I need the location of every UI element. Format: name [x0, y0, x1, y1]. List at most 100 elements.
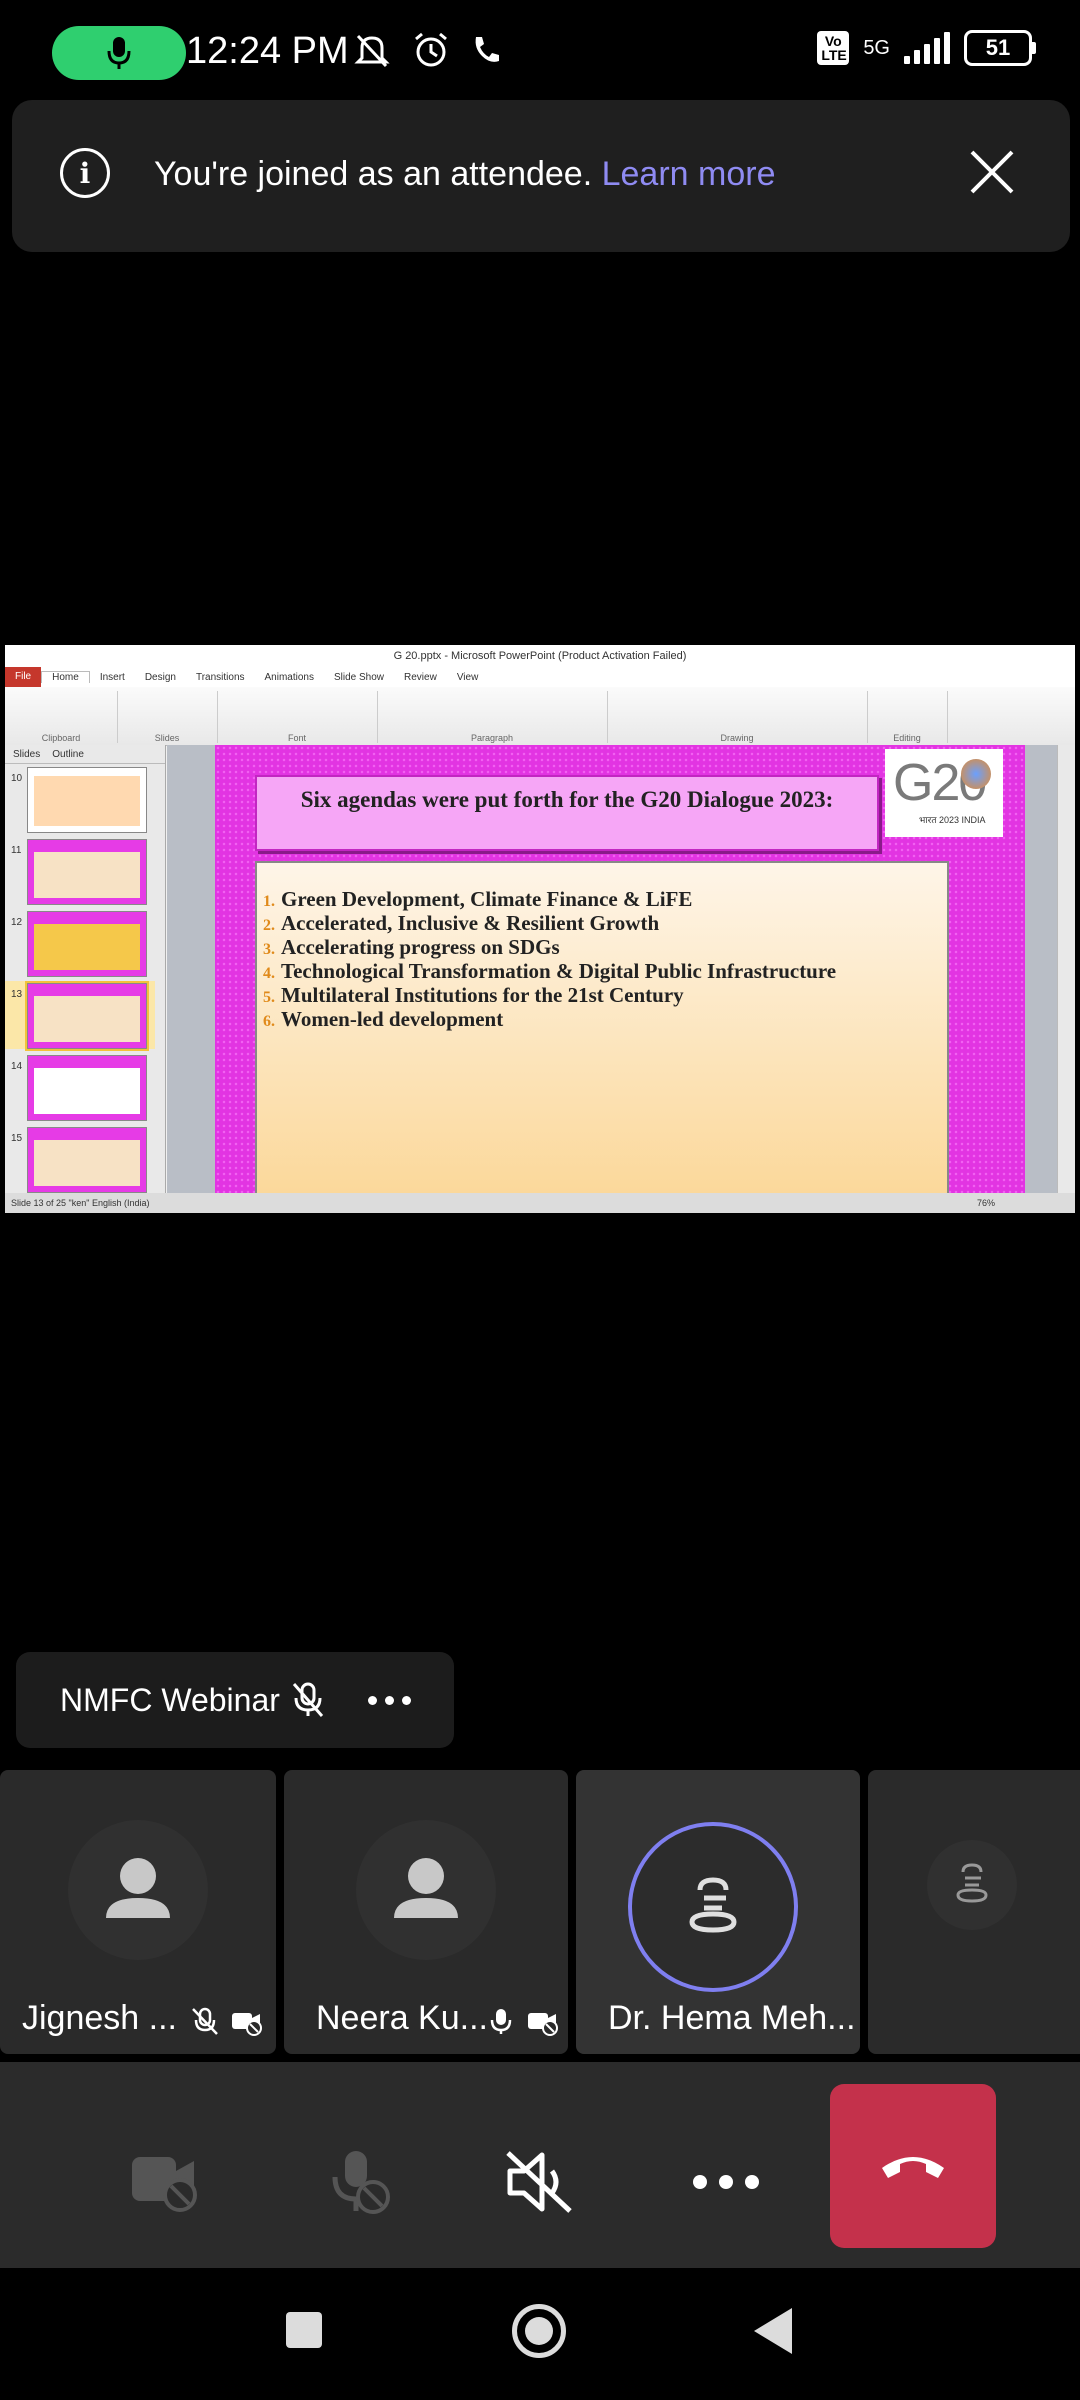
list-item: 2. Accelerated, Inclusive & Resilient Gro… — [263, 911, 660, 935]
slide-thumbnail: 10 — [5, 765, 155, 833]
slide-thumbnail: 11 — [5, 837, 155, 905]
speaker-muted-icon — [506, 2151, 572, 2213]
list-item: 4. Technological Transformation & Digital… — [263, 959, 837, 983]
home-button[interactable] — [512, 2304, 566, 2358]
ribbon-group-slides: Slides — [117, 691, 218, 743]
powerpoint-status-bar: Slide 13 of 25 "ken" English (India) 76% — [5, 1193, 1075, 1213]
tab-animations: Animations — [264, 671, 314, 683]
ribbon: Clipboard Slides Font Paragraph Drawing … — [5, 687, 1075, 746]
slide-thumbnail: 12 — [5, 909, 155, 977]
battery-icon: 51 — [964, 30, 1032, 66]
tab-transitions: Transitions — [195, 671, 245, 683]
slide-title: Six agendas were put forth for the G20 D… — [300, 787, 834, 812]
ribbon-group-editing: Editing — [867, 691, 948, 743]
camera-toggle-button[interactable] — [126, 2142, 206, 2222]
avatar — [927, 1840, 1017, 1930]
camera-off-icon — [232, 2013, 262, 2036]
tab-slides: Slides — [13, 748, 41, 760]
call-controls — [0, 2062, 1080, 2268]
zoom-level: 76% — [976, 1198, 995, 1208]
status-time: 12:24 PM — [186, 30, 349, 72]
participant-name: Jignesh ... — [22, 1999, 177, 2037]
more-options-icon[interactable] — [368, 1696, 411, 1705]
tab-review: Review — [404, 671, 437, 683]
slide-thumbnail: 15 — [5, 1125, 155, 1193]
banner-message: You're joined as an attendee. Learn more — [154, 155, 776, 193]
more-actions-button[interactable] — [686, 2142, 766, 2222]
current-slide: Six agendas were put forth for the G20 D… — [215, 745, 1025, 1197]
status-right-group: Vo LTE 5G 51 — [817, 30, 1036, 66]
battery-level: 51 — [985, 35, 1011, 60]
ribbon-group-font: Font — [217, 691, 378, 743]
alarm-icon — [415, 32, 447, 67]
close-icon[interactable] — [964, 144, 1020, 200]
active-mic-indicator — [52, 26, 186, 80]
recents-button[interactable] — [286, 2312, 322, 2348]
mic-icon — [490, 2009, 512, 2034]
teams-phone-user-icon — [956, 1863, 988, 1903]
microphone-icon — [107, 37, 131, 69]
list-item: 6. Women-led development — [263, 1007, 504, 1031]
teams-phone-user-icon — [689, 1877, 737, 1933]
tab-insert: Insert — [99, 671, 125, 683]
tab-view: View — [456, 671, 479, 683]
hang-up-button[interactable] — [830, 2084, 996, 2248]
back-button[interactable] — [752, 2306, 796, 2356]
slide-title-box: Six agendas were put forth for the G20 D… — [255, 775, 879, 851]
agenda-list: 1. Green Development, Climate Finance & L… — [255, 861, 949, 1197]
mic-toggle-button[interactable] — [318, 2142, 398, 2222]
muted-mic-icon — [292, 1682, 324, 1717]
avatar — [628, 1822, 798, 1992]
presenter-name: NMFC Webinar — [60, 1682, 280, 1718]
status-icons — [352, 30, 502, 70]
list-item: 5. Multilateral Institutions for the 21st… — [263, 983, 684, 1007]
participant-tile-partial[interactable] — [868, 1770, 1080, 2054]
phone-icon — [475, 37, 499, 62]
ribbon-group-clipboard: Clipboard — [5, 691, 118, 743]
more-options-icon — [693, 2175, 759, 2189]
tab-slide-show: Slide Show — [333, 671, 385, 683]
end-call-icon — [882, 2157, 944, 2178]
muted-bell-icon — [354, 34, 390, 68]
attendee-banner: i You're joined as an attendee. Learn mo… — [12, 100, 1070, 252]
ribbon-group-paragraph: Paragraph — [377, 691, 608, 743]
ribbon-tabs: File Home Insert Design Transitions Anim… — [5, 667, 1075, 687]
tab-outline: Outline — [52, 748, 84, 760]
vertical-scrollbar — [1057, 745, 1075, 1193]
tab-home: Home — [41, 671, 90, 683]
camera-off-icon — [528, 2013, 558, 2036]
window-title: G 20.pptx - Microsoft PowerPoint (Produc… — [5, 645, 1075, 667]
slide-editing-area: Six agendas were put forth for the G20 D… — [167, 745, 1075, 1197]
camera-off-icon — [132, 2157, 197, 2212]
learn-more-link[interactable]: Learn more — [602, 155, 776, 193]
tab-file: File — [5, 667, 42, 687]
speaker-toggle-button[interactable] — [500, 2142, 580, 2222]
presenter-label[interactable]: NMFC Webinar — [16, 1652, 454, 1748]
participant-name: Neera Ku... — [316, 1999, 488, 2037]
ribbon-group-drawing: Drawing — [607, 691, 868, 743]
volte-badge: Vo LTE — [817, 31, 850, 65]
avatar — [68, 1820, 208, 1960]
avatar — [356, 1820, 496, 1960]
signal-strength-icon — [904, 32, 950, 64]
network-type: 5G — [863, 37, 890, 59]
mic-off-icon — [332, 2151, 390, 2214]
list-item: 3. Accelerating progress on SDGs — [263, 935, 560, 959]
participant-tile[interactable]: Neera Ku... — [284, 1770, 568, 2054]
slide-thumbnail-panel: Slides Outline 10 11 12 13 14 15 — [5, 745, 166, 1193]
lotus-globe-icon — [961, 759, 991, 789]
participant-name: Dr. Hema Meh... — [608, 1999, 856, 2037]
list-item: 1. Green Development, Climate Finance & L… — [263, 887, 693, 911]
participant-tile[interactable]: Jignesh ... — [0, 1770, 276, 2054]
android-navigation-bar — [0, 2268, 1080, 2400]
slide-thumbnail: 14 — [5, 1053, 155, 1121]
shared-screen[interactable]: G 20.pptx - Microsoft PowerPoint (Produc… — [5, 645, 1075, 1213]
info-icon: i — [60, 148, 110, 198]
person-icon — [394, 1858, 458, 1918]
person-icon — [106, 1858, 170, 1918]
participant-tile-speaking[interactable]: Dr. Hema Meh... — [576, 1770, 860, 2054]
slide-thumbnail-selected: 13 — [5, 981, 155, 1051]
tab-design: Design — [144, 671, 176, 683]
muted-mic-icon — [192, 2007, 218, 2035]
g20-logo: G20 भारत 2023 INDIA — [885, 749, 1003, 837]
